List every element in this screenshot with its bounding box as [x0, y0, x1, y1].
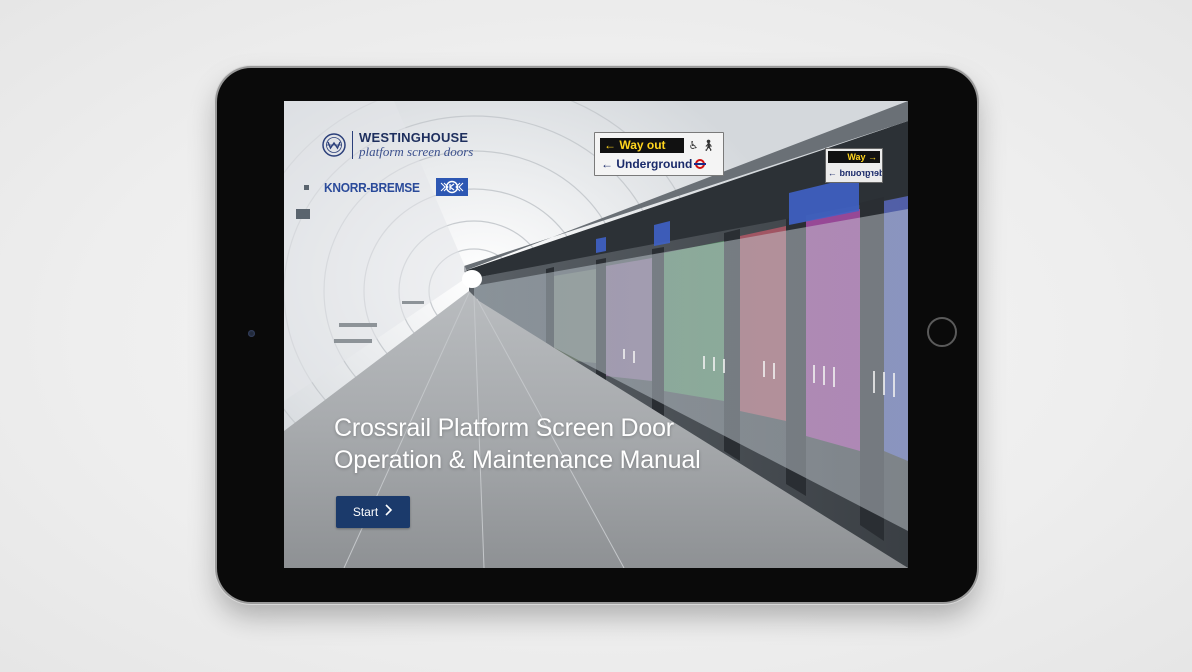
front-camera	[248, 330, 255, 337]
back-sign-bottom: Underground →	[828, 168, 882, 178]
tablet-device: WESTINGHOUSE platform screen doors KNORR…	[217, 68, 977, 602]
title-line-2: Operation & Maintenance Manual	[334, 446, 701, 474]
logo-divider	[352, 131, 353, 159]
knorr-bremse-logo: KNORR-BREMSE	[324, 178, 469, 196]
westinghouse-emblem-icon	[322, 133, 346, 157]
accessibility-icon: ♿︎ 🚶︎	[688, 140, 716, 152]
back-sign-top: Way →	[828, 151, 880, 163]
start-button[interactable]: Start	[336, 496, 410, 528]
underground-roundel-icon	[694, 159, 707, 169]
way-out-label: ← Way out	[600, 138, 684, 153]
westinghouse-name: WESTINGHOUSE	[359, 130, 469, 145]
knorr-bremse-name: KNORR-BREMSE	[324, 179, 420, 195]
underground-label: ← Underground	[601, 157, 693, 171]
title-line-1: Crossrail Platform Screen Door	[334, 414, 674, 442]
manual-title: Crossrail Platform Screen Door Operation…	[334, 412, 701, 476]
chevron-right-icon	[384, 504, 393, 519]
start-button-label: Start	[352, 505, 379, 519]
app-screen: WESTINGHOUSE platform screen doors KNORR…	[284, 101, 908, 568]
westinghouse-tagline: platform screen doors	[359, 144, 474, 159]
westinghouse-logo: WESTINGHOUSE platform screen doors	[322, 130, 473, 160]
home-button[interactable]	[927, 317, 957, 347]
way-out-sign: ← Way out ♿︎ 🚶︎ ← Underground	[594, 132, 724, 176]
knorr-bremse-badge-icon	[436, 178, 469, 196]
back-direction-sign: Way → Underground →	[825, 148, 883, 183]
